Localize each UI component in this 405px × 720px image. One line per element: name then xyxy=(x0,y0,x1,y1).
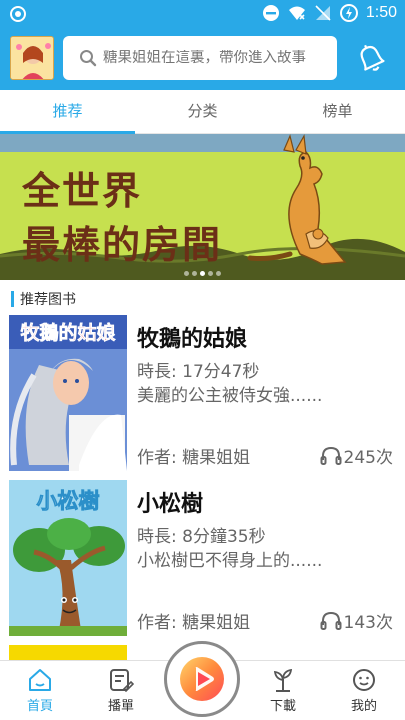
book-author: 作者: 糖果姐姐 xyxy=(137,613,251,633)
book-title[interactable]: 小松樹 xyxy=(137,486,203,518)
carousel-dot[interactable] xyxy=(192,271,197,276)
avatar[interactable] xyxy=(10,36,54,80)
book-duration: 時長: 8分鐘35秒 xyxy=(137,527,266,547)
tab-ranking[interactable]: 榜单 xyxy=(270,90,405,133)
carousel-dot-active[interactable] xyxy=(200,271,205,276)
nav-playlist-label: 播單 xyxy=(107,699,134,714)
banner-title-line2: 最棒的房間 xyxy=(22,223,223,267)
status-bar: 1:50 xyxy=(0,0,405,28)
nav-profile[interactable]: 我的 xyxy=(324,661,404,720)
signal-icon xyxy=(315,5,331,21)
banner-carousel[interactable]: 全世界 最棒的房間 xyxy=(0,134,405,280)
cover-title-text: 小松樹 xyxy=(37,489,100,513)
play-count-text: 245次 xyxy=(343,448,393,468)
headphones-icon xyxy=(320,611,342,630)
download-sprout-icon xyxy=(273,668,293,692)
center-play-button[interactable] xyxy=(164,641,240,717)
do-not-disturb-icon xyxy=(262,5,279,21)
section-header: 推荐图书 xyxy=(0,288,405,310)
banner-title-line1: 全世界 xyxy=(22,169,143,213)
headphones-icon xyxy=(320,446,342,465)
carousel-indicator xyxy=(0,271,405,276)
play-count-text: 143次 xyxy=(343,613,393,633)
wifi-icon xyxy=(288,6,305,20)
playlist-icon xyxy=(110,669,134,693)
nav-home-label: 首頁 xyxy=(26,699,53,714)
search-input[interactable] xyxy=(103,50,333,66)
book-description: 小松樹巴不得身上的...... xyxy=(137,551,323,571)
notification-bell-icon[interactable] xyxy=(351,38,391,78)
book-cover[interactable]: 小松樹 xyxy=(9,480,127,636)
nav-home[interactable]: 首頁 xyxy=(0,661,80,720)
nav-download[interactable]: 下載 xyxy=(243,661,323,720)
nav-profile-label: 我的 xyxy=(350,699,377,714)
profile-icon xyxy=(353,669,375,691)
carousel-dot[interactable] xyxy=(208,271,213,276)
book-author: 作者: 糖果姐姐 xyxy=(137,448,251,468)
book-title[interactable]: 牧鵝的姑娘 xyxy=(137,321,247,353)
play-icon xyxy=(180,657,224,701)
section-title: 推荐图书 xyxy=(20,292,76,308)
battery-charging-icon xyxy=(339,4,358,22)
carousel-dot[interactable] xyxy=(216,271,221,276)
app-header xyxy=(0,28,405,90)
search-bar[interactable] xyxy=(63,36,337,80)
book-item[interactable]: 小松樹 小松樹 時長: 8分鐘35秒 小松樹巴不得身上的...... 作者: 糖… xyxy=(0,480,405,640)
section-accent-bar xyxy=(11,291,14,307)
book-cover-partial[interactable] xyxy=(9,645,127,660)
status-icons: 1:50 xyxy=(262,4,397,22)
tab-bar: 推荐 分类 榜单 xyxy=(0,90,405,134)
tab-category[interactable]: 分类 xyxy=(135,90,270,133)
nav-download-label: 下載 xyxy=(269,699,296,714)
tab-recommend[interactable]: 推荐 xyxy=(0,90,135,134)
nav-playlist[interactable]: 播單 xyxy=(81,661,161,720)
book-duration: 時長: 17分47秒 xyxy=(137,362,260,382)
book-play-count: 143次 xyxy=(320,608,393,633)
book-play-count: 245次 xyxy=(320,443,393,468)
cover-title-text: 牧鵝的姑娘 xyxy=(20,321,116,344)
carousel-dot[interactable] xyxy=(184,271,189,276)
book-cover[interactable]: 牧鵝的姑娘 xyxy=(9,315,127,471)
status-time: 1:50 xyxy=(365,4,397,21)
home-icon xyxy=(29,669,51,691)
book-description: 美麗的公主被侍女強...... xyxy=(137,386,323,406)
notification-icon xyxy=(10,6,26,22)
search-icon xyxy=(80,50,97,67)
book-item[interactable]: 牧鵝的姑娘 牧鵝的姑娘 時長: 17分47秒 美麗的公主被侍女強...... 作… xyxy=(0,315,405,475)
